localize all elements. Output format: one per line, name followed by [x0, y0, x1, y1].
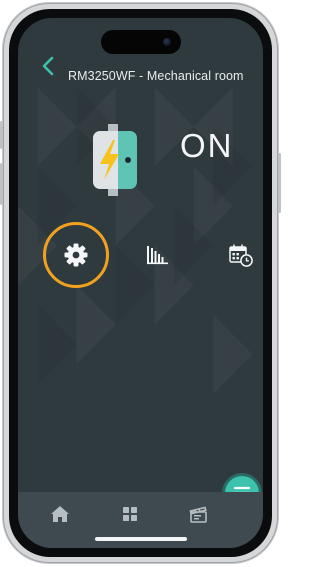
gear-icon: [64, 243, 88, 267]
app-screen: RM3250WF - Mechanical room ON: [18, 18, 263, 548]
page-title: RM3250WF - Mechanical room: [68, 69, 244, 83]
home-indicator: [94, 537, 187, 541]
chevron-left-icon: [42, 56, 54, 76]
phone-frame: RM3250WF - Mechanical room ON: [0, 3, 281, 563]
back-button[interactable]: [38, 54, 62, 78]
home-icon: [51, 506, 69, 522]
settings-button[interactable]: [61, 240, 91, 270]
device-status: ON: [180, 127, 234, 164]
bar-chart-icon: [147, 246, 168, 265]
tab-home[interactable]: [48, 502, 72, 526]
schedule-button[interactable]: [225, 240, 255, 270]
statistics-button[interactable]: [142, 240, 172, 270]
phone-side-button: [278, 153, 281, 213]
dynamic-island: [100, 30, 181, 54]
grid-icon: [123, 507, 137, 521]
device-illustration: [88, 124, 142, 196]
phone-side-button: [0, 121, 3, 149]
background-pattern: [37, 87, 253, 384]
tab-scenes[interactable]: [186, 502, 210, 526]
camera-lens: [162, 38, 171, 46]
clapperboard-icon: [189, 506, 207, 523]
phone-bezel: RM3250WF - Mechanical room ON: [9, 9, 272, 557]
water-heater-icon: [93, 124, 137, 196]
tab-bar: [18, 492, 263, 548]
phone-side-button: [0, 163, 3, 205]
calendar-clock-icon: [229, 244, 253, 267]
tab-dashboard[interactable]: [118, 502, 142, 526]
